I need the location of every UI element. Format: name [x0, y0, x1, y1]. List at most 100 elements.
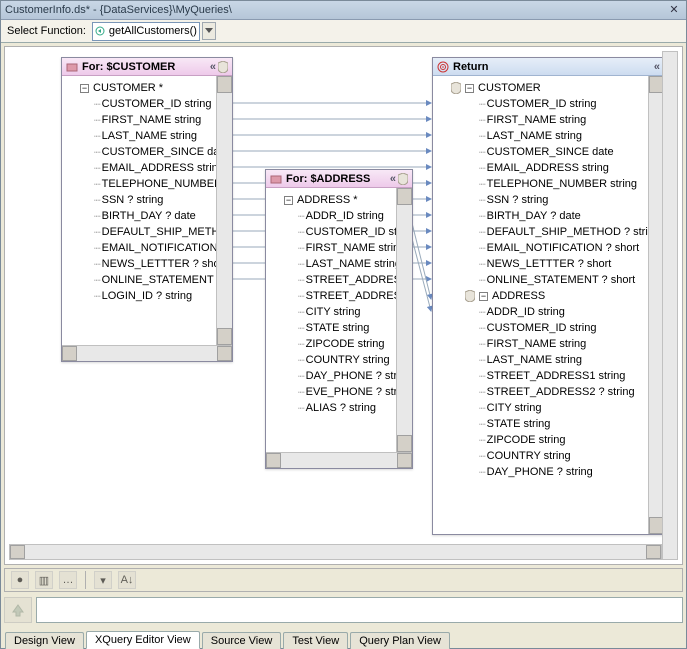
expression-input[interactable]: [36, 597, 683, 623]
tree-field[interactable]: ┈STATE string: [437, 416, 648, 432]
tree-field[interactable]: ┈DAY_PHONE ? string: [270, 368, 396, 384]
panel-customer[interactable]: For: $CUSTOMER « −CUSTOMER * ┈CUSTOMER_I…: [61, 57, 233, 362]
tree-field[interactable]: ┈LAST_NAME string: [270, 256, 396, 272]
tree-field[interactable]: ┈EVE_PHONE ? string: [270, 384, 396, 400]
collapse-icon[interactable]: «: [654, 61, 660, 73]
panel-address[interactable]: For: $ADDRESS « −ADDRESS * ┈ADDR_ID stri…: [265, 169, 413, 469]
tree-field[interactable]: ┈SSN ? string: [66, 192, 216, 208]
tree-node-address: ADDRESS: [492, 290, 545, 302]
tree-field[interactable]: ┈TELEPHONE_NUMBER: [66, 176, 216, 192]
expression-row: [4, 595, 683, 625]
element-icon: [66, 61, 78, 73]
tree-field[interactable]: ┈FIRST_NAME string: [437, 112, 648, 128]
expand-toggle[interactable]: −: [284, 196, 293, 205]
tab-xquery-editor-view[interactable]: XQuery Editor View: [86, 631, 200, 649]
tree-field[interactable]: ┈ADDR_ID string: [437, 304, 648, 320]
expand-toggle[interactable]: −: [465, 84, 474, 93]
vscrollbar[interactable]: [396, 188, 412, 452]
tree-field[interactable]: ┈ADDR_ID string: [270, 208, 396, 224]
tree-field[interactable]: ┈NEWS_LETTTER ? short: [66, 256, 216, 272]
canvas-vscrollbar[interactable]: [662, 51, 678, 560]
panel-address-header[interactable]: For: $ADDRESS «: [266, 170, 412, 188]
tree-field[interactable]: ┈FIRST_NAME string: [437, 336, 648, 352]
field-label: TELEPHONE_NUMBER: [102, 178, 216, 190]
tree-field[interactable]: ┈BIRTH_DAY ? date: [437, 208, 648, 224]
tree-field[interactable]: ┈CUSTOMER_SINCE date: [66, 144, 216, 160]
editor-canvas[interactable]: For: $CUSTOMER « −CUSTOMER * ┈CUSTOMER_I…: [4, 46, 683, 565]
tree-field[interactable]: ┈CUSTOMER_ID string: [270, 224, 396, 240]
tab-source-view[interactable]: Source View: [202, 632, 282, 649]
tree-field[interactable]: ┈FIRST_NAME string: [270, 240, 396, 256]
panel-customer-header[interactable]: For: $CUSTOMER «: [62, 58, 232, 76]
canvas-hscrollbar[interactable]: [9, 544, 662, 560]
field-label: BIRTH_DAY ? date: [102, 210, 196, 222]
up-button[interactable]: [4, 597, 32, 623]
tree-field[interactable]: ┈LAST_NAME string: [437, 128, 648, 144]
tree-field[interactable]: ┈STREET_ADDRESS2 ? string: [437, 384, 648, 400]
field-label: STATE string: [306, 322, 370, 334]
toolbar-filter-icon[interactable]: ▾: [94, 571, 112, 589]
tree-field[interactable]: ┈DEFAULT_SHIP_METHOD ? string: [437, 224, 648, 240]
tree-field[interactable]: ┈STREET_ADDRESS1 string: [437, 368, 648, 384]
tree-field[interactable]: ┈ZIPCODE string: [270, 336, 396, 352]
close-icon[interactable]: ✕: [666, 3, 682, 17]
hscrollbar[interactable]: [62, 345, 232, 361]
tree-field[interactable]: ┈STREET_ADDRESS2: [270, 288, 396, 304]
tree-field[interactable]: ┈STREET_ADDRESS1: [270, 272, 396, 288]
tree-field[interactable]: ┈LAST_NAME string: [66, 128, 216, 144]
tree-field[interactable]: ┈NEWS_LETTTER ? short: [437, 256, 648, 272]
tab-query-plan-view[interactable]: Query Plan View: [350, 632, 450, 649]
tree-field[interactable]: ┈CUSTOMER_ID string: [437, 96, 648, 112]
tree-field[interactable]: ┈CUSTOMER_SINCE date: [437, 144, 648, 160]
field-label: STREET_ADDRESS2 ? string: [487, 386, 635, 398]
field-label: CUSTOMER_ID string: [487, 98, 597, 110]
panel-return-tree[interactable]: −CUSTOMER ┈CUSTOMER_ID string┈FIRST_NAME…: [433, 76, 648, 534]
collapse-icon[interactable]: «: [390, 173, 396, 185]
tree-field[interactable]: ┈SSN ? string: [437, 192, 648, 208]
field-label: FIRST_NAME string: [102, 114, 202, 126]
tree-field[interactable]: ┈BIRTH_DAY ? date: [66, 208, 216, 224]
panel-address-title: For: $ADDRESS: [286, 173, 370, 185]
tree-field[interactable]: ┈FIRST_NAME string: [66, 112, 216, 128]
tree-field[interactable]: ┈COUNTRY string: [270, 352, 396, 368]
panel-return[interactable]: Return « −CUSTOMER ┈CUSTOMER_ID string┈F…: [432, 57, 665, 535]
expand-toggle[interactable]: −: [479, 292, 488, 301]
toolbar-db-icon[interactable]: ▥: [35, 571, 53, 589]
function-dropdown-button[interactable]: [202, 22, 216, 40]
tree-field[interactable]: ┈CITY string: [437, 400, 648, 416]
tab-design-view[interactable]: Design View: [5, 632, 84, 649]
hscrollbar[interactable]: [266, 452, 412, 468]
toolbar-sort-icon[interactable]: A↓: [118, 571, 136, 589]
function-selector[interactable]: getAllCustomers(): [92, 22, 200, 41]
tree-field[interactable]: ┈LAST_NAME string: [437, 352, 648, 368]
toolbar-more-icon[interactable]: …: [59, 571, 77, 589]
collapse-icon[interactable]: «: [210, 61, 216, 73]
tree-field[interactable]: ┈COUNTRY string: [437, 448, 648, 464]
bottom-toolbar: ● ▥ … ▾ A↓: [4, 568, 683, 592]
panel-customer-title: For: $CUSTOMER: [82, 61, 175, 73]
tree-field[interactable]: ┈EMAIL_ADDRESS string: [66, 160, 216, 176]
tree-field[interactable]: ┈CUSTOMER_ID string: [437, 320, 648, 336]
tree-field[interactable]: ┈ONLINE_STATEMENT ? short: [437, 272, 648, 288]
tree-field[interactable]: ┈CUSTOMER_ID string: [66, 96, 216, 112]
tree-field[interactable]: ┈EMAIL_NOTIFICATION ? short: [437, 240, 648, 256]
toolbar-circle-icon[interactable]: ●: [11, 571, 29, 589]
panel-return-header[interactable]: Return «: [433, 58, 664, 76]
field-label: COUNTRY string: [306, 354, 390, 366]
tree-field[interactable]: ┈DEFAULT_SHIP_METHOD: [66, 224, 216, 240]
tree-field[interactable]: ┈ZIPCODE string: [437, 432, 648, 448]
tree-field[interactable]: ┈CITY string: [270, 304, 396, 320]
vscrollbar[interactable]: [216, 76, 232, 345]
tree-field[interactable]: ┈LOGIN_ID ? string: [66, 288, 216, 304]
tree-field[interactable]: ┈DAY_PHONE ? string: [437, 464, 648, 480]
tree-field[interactable]: ┈ALIAS ? string: [270, 400, 396, 416]
tab-test-view[interactable]: Test View: [283, 632, 348, 649]
panel-address-tree[interactable]: −ADDRESS * ┈ADDR_ID string┈CUSTOMER_ID s…: [266, 188, 396, 452]
tree-field[interactable]: ┈EMAIL_ADDRESS string: [437, 160, 648, 176]
tree-field[interactable]: ┈ONLINE_STATEMENT ?: [66, 272, 216, 288]
tree-field[interactable]: ┈TELEPHONE_NUMBER string: [437, 176, 648, 192]
tree-field[interactable]: ┈EMAIL_NOTIFICATION: [66, 240, 216, 256]
tree-field[interactable]: ┈STATE string: [270, 320, 396, 336]
expand-toggle[interactable]: −: [80, 84, 89, 93]
panel-customer-tree[interactable]: −CUSTOMER * ┈CUSTOMER_ID string┈FIRST_NA…: [62, 76, 216, 345]
